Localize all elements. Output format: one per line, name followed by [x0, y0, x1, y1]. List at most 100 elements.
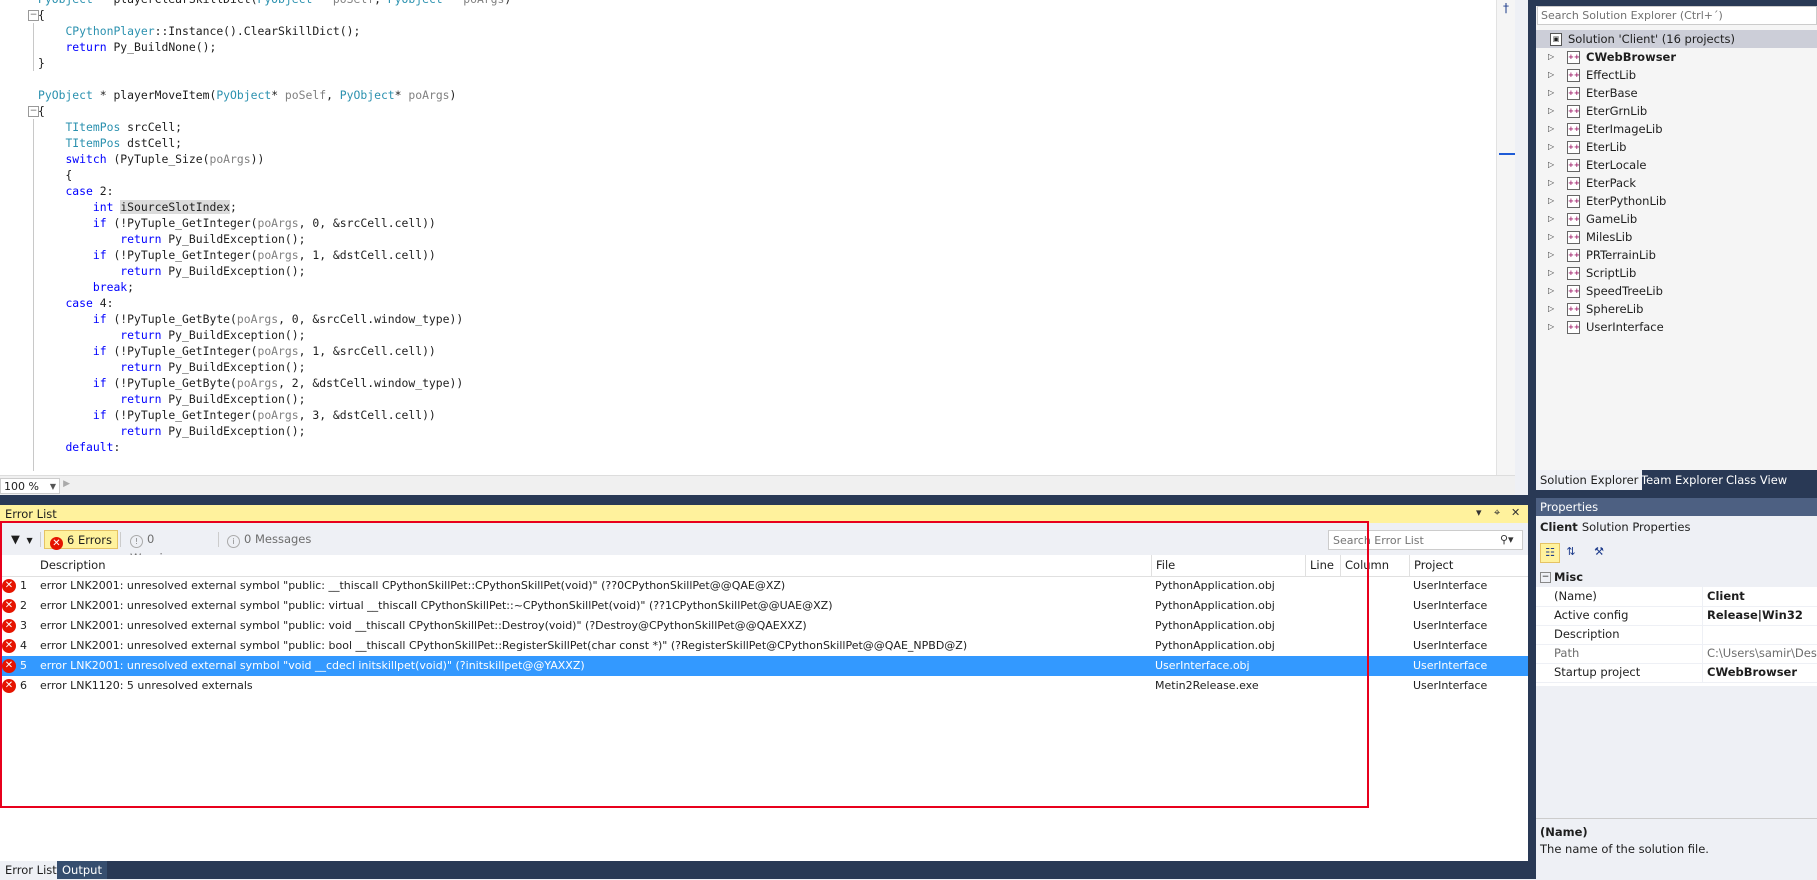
code-line[interactable]: if (!PyTuple_GetInteger(poArgs, 1, &dstC… [38, 247, 436, 263]
expand-icon[interactable]: ▷ [1548, 300, 1554, 318]
code-line[interactable]: return Py_BuildNone(); [38, 39, 216, 55]
project-node[interactable]: ▷ ++ EterLocale [1536, 156, 1817, 174]
categorized-icon[interactable]: ☷ [1540, 543, 1560, 563]
expand-icon[interactable]: ▷ [1548, 228, 1554, 246]
code-line[interactable]: break; [38, 279, 134, 295]
filter-button[interactable]: ▼ ▼ [6, 530, 40, 549]
expand-icon[interactable]: ▷ [1548, 318, 1554, 336]
horizontal-scrollbar[interactable]: 100 % ▼ ◀▶ [0, 475, 1515, 495]
column-header-column[interactable]: Column [1340, 555, 1409, 576]
expand-icon[interactable]: ▷ [1548, 84, 1554, 102]
project-node[interactable]: ▷ ++ EffectLib [1536, 66, 1817, 84]
property-row[interactable]: Description [1536, 625, 1817, 645]
code-line[interactable]: return Py_BuildException(); [38, 423, 305, 439]
project-node[interactable]: ▷ ++ EterGrnLib [1536, 102, 1817, 120]
project-node[interactable]: ▷ ++ CWebBrowser [1536, 48, 1817, 66]
code-line[interactable]: if (!PyTuple_GetByte(poArgs, 2, &dstCell… [38, 375, 463, 391]
code-line[interactable]: if (!PyTuple_GetInteger(poArgs, 0, &srcC… [38, 215, 436, 231]
code-line[interactable]: int iSourceSlotIndex; [38, 199, 237, 215]
solution-root-node[interactable]: ▣ Solution 'Client' (16 projects) [1536, 30, 1817, 48]
tab-solution-explorer[interactable]: Solution Explorer [1536, 470, 1643, 490]
property-value[interactable]: Client [1702, 587, 1817, 606]
expand-icon[interactable]: ▷ [1548, 192, 1554, 210]
error-row[interactable]: ✕ 5 error LNK2001: unresolved external sym… [0, 656, 1528, 676]
vertical-scrollbar[interactable]: † [1496, 0, 1515, 475]
property-value[interactable]: C:\Users\samir\Desk [1702, 644, 1817, 663]
warnings-filter-button[interactable]: !0 Warnings [125, 530, 215, 565]
split-window-icon[interactable]: † [1500, 1, 1512, 15]
property-pages-icon[interactable]: ⚒ [1590, 543, 1608, 561]
column-header-project[interactable]: Project [1409, 555, 1528, 576]
solution-search-input[interactable]: Search Solution Explorer (Ctrl+´) [1537, 6, 1817, 25]
tab-class-view[interactable]: Class View [1722, 470, 1791, 490]
project-node[interactable]: ▷ ++ EterImageLib [1536, 120, 1817, 138]
vertical-splitter[interactable] [1528, 0, 1536, 879]
expand-icon[interactable]: ▷ [1548, 120, 1554, 138]
search-icon[interactable]: ⚲▾ [1500, 533, 1514, 546]
project-node[interactable]: ▷ ++ EterBase [1536, 84, 1817, 102]
property-value[interactable] [1702, 625, 1817, 644]
error-row[interactable]: ✕ 2 error LNK2001: unresolved external sym… [0, 596, 1528, 616]
code-line[interactable]: case 4: [38, 295, 113, 311]
tab-team-explorer[interactable]: Team Explorer [1637, 470, 1727, 490]
column-header-line[interactable]: Line [1305, 555, 1340, 576]
property-row[interactable]: Active config Release|Win32 [1536, 606, 1817, 626]
project-node[interactable]: ▷ ++ ScriptLib [1536, 264, 1817, 282]
column-header-file[interactable]: File [1151, 555, 1305, 576]
error-row[interactable]: ✕ 3 error LNK2001: unresolved external sym… [0, 616, 1528, 636]
code-line[interactable]: TItemPos srcCell; [38, 119, 182, 135]
project-node[interactable]: ▷ ++ UserInterface [1536, 318, 1817, 336]
property-row[interactable]: Path C:\Users\samir\Desk [1536, 644, 1817, 664]
code-line[interactable]: PyObject * playerMoveItem(PyObject* poSe… [38, 87, 456, 103]
expand-icon[interactable]: ▷ [1548, 48, 1554, 66]
code-line[interactable]: { [38, 167, 72, 183]
code-line[interactable]: if (!PyTuple_GetInteger(poArgs, 3, &dstC… [38, 407, 436, 423]
project-node[interactable]: ▷ ++ SphereLib [1536, 300, 1817, 318]
project-node[interactable]: ▷ ++ MilesLib [1536, 228, 1817, 246]
expand-icon[interactable]: ▷ [1548, 282, 1554, 300]
error-row[interactable]: ✕ 6 error LNK1120: 5 unresolved externals M… [0, 676, 1528, 696]
property-value[interactable]: Release|Win32 [1702, 606, 1817, 625]
expand-icon[interactable]: ▷ [1548, 156, 1554, 174]
property-value[interactable]: CWebBrowser [1702, 663, 1817, 682]
property-category[interactable]: − Misc [1536, 568, 1817, 587]
code-line[interactable]: TItemPos dstCell; [38, 135, 182, 151]
property-row[interactable]: (Name) Client [1536, 587, 1817, 607]
panel-splitter[interactable] [0, 495, 1528, 505]
expand-icon[interactable]: ▷ [1548, 210, 1554, 228]
properties-object-selector[interactable]: Client Solution Properties [1540, 520, 1690, 534]
code-line[interactable]: PyObject * playerClearSkillDict(PyObject… [38, 0, 511, 7]
project-node[interactable]: ▷ ++ EterLib [1536, 138, 1817, 156]
code-line[interactable]: } [38, 55, 45, 71]
collapse-icon[interactable]: − [1540, 572, 1551, 583]
alphabetical-icon[interactable]: ⇅ [1562, 543, 1580, 561]
code-line[interactable]: return Py_BuildException(); [38, 391, 305, 407]
expand-icon[interactable]: ▷ [1548, 102, 1554, 120]
code-line[interactable]: { [38, 103, 45, 119]
code-line[interactable]: return Py_BuildException(); [38, 359, 305, 375]
pin-icon[interactable]: ⌖ [1494, 506, 1500, 520]
expand-icon[interactable]: ▷ [1548, 138, 1554, 156]
project-node[interactable]: ▷ ++ EterPythonLib [1536, 192, 1817, 210]
error-row[interactable]: ✕ 1 error LNK2001: unresolved external sym… [0, 576, 1528, 596]
expand-icon[interactable]: ▷ [1548, 66, 1554, 84]
close-icon[interactable]: ✕ [1511, 506, 1520, 519]
code-line[interactable]: if (!PyTuple_GetInteger(poArgs, 1, &srcC… [38, 343, 436, 359]
code-line[interactable]: { [38, 7, 45, 23]
expand-icon[interactable]: ▷ [1548, 246, 1554, 264]
code-line[interactable]: return Py_BuildException(); [38, 263, 305, 279]
tab-output[interactable]: Output [57, 861, 107, 879]
expand-icon[interactable]: ▷ [1548, 264, 1554, 282]
code-line[interactable]: default: [38, 439, 120, 455]
panel-splitter[interactable] [1536, 490, 1817, 498]
collapse-icon[interactable]: − [28, 10, 39, 21]
code-line[interactable]: return Py_BuildException(); [38, 327, 305, 343]
dropdown-icon[interactable]: ▾ [1476, 506, 1482, 519]
tab-error-list[interactable]: Error List [0, 861, 62, 879]
messages-filter-button[interactable]: i 0 Messages [222, 530, 322, 549]
project-node[interactable]: ▷ ++ SpeedTreeLib [1536, 282, 1817, 300]
code-area[interactable]: PyObject * playerClearSkillDict(PyObject… [0, 0, 1510, 475]
project-node[interactable]: ▷ ++ PRTerrainLib [1536, 246, 1817, 264]
expand-icon[interactable]: ▷ [1548, 174, 1554, 192]
error-list-search-input[interactable] [1328, 530, 1523, 550]
